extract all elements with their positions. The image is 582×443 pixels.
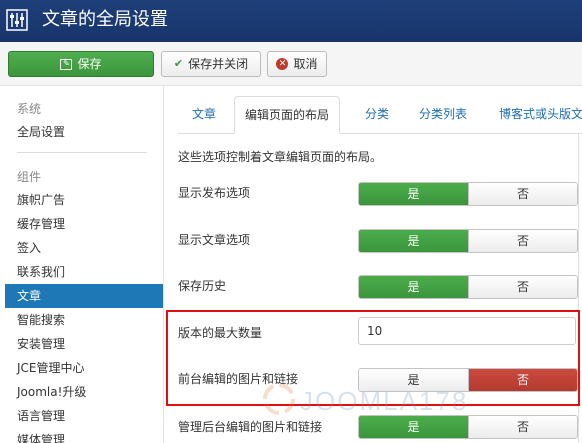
tab-article[interactable]: 文章 <box>192 96 216 134</box>
label-show-article-options: 显示文章选项 <box>178 233 251 247</box>
sidebar-item-languages[interactable]: 语言管理 <box>0 404 163 428</box>
highlight-box <box>166 310 580 406</box>
sidebar-section-system: 系统 <box>17 102 42 116</box>
sidebar-item-jce[interactable]: JCE管理中心 <box>0 356 163 380</box>
sidebar-item-contacts[interactable]: 联系我们 <box>0 260 163 284</box>
save-close-button[interactable]: ✔ 保存并关闭 <box>161 51 261 77</box>
sidebar-divider <box>17 152 147 153</box>
sidebar-border <box>163 86 164 443</box>
tab-blog-featured[interactable]: 博客式或头版文 <box>499 96 582 134</box>
sidebar-item-banners[interactable]: 旗帜广告 <box>0 188 163 212</box>
sidebar-item-joomla-update[interactable]: Joomla!升级 <box>0 380 163 404</box>
option-yes[interactable]: 是 <box>359 276 468 298</box>
cancel-button[interactable]: ✕ 取消 <box>267 51 327 77</box>
app-header: 文章的全局设置 <box>0 0 582 42</box>
sidebar-item-installer[interactable]: 安装管理 <box>0 332 163 356</box>
tab-editing-layout[interactable]: 编辑页面的布局 <box>234 96 341 134</box>
toggle-show-article-options: 是 否 <box>358 229 578 253</box>
check-icon: ✔ <box>173 57 184 70</box>
sliders-icon <box>6 9 28 31</box>
option-yes[interactable]: 是 <box>359 183 468 205</box>
toggle-save-history: 是 否 <box>358 275 578 299</box>
label-save-history: 保存历史 <box>178 279 227 293</box>
toggle-admin-images-links: 是 否 <box>358 415 578 439</box>
option-no[interactable]: 否 <box>468 230 577 252</box>
option-no[interactable]: 否 <box>468 276 577 298</box>
sidebar-item-global-config[interactable]: 全局设置 <box>0 120 163 144</box>
label-show-publishing-options: 显示发布选项 <box>178 186 251 200</box>
sidebar-item-media[interactable]: 媒体管理 <box>0 428 163 443</box>
tab-bar: 文章 编辑页面的布局 分类 分类列表 博客式或头版文 <box>178 96 582 134</box>
save-button[interactable]: ✎ 保存 <box>8 51 154 77</box>
toolbar: ✎ 保存 ✔ 保存并关闭 ✕ 取消 <box>0 42 582 86</box>
save-close-button-label: 保存并关闭 <box>188 57 249 71</box>
sidebar-item-cache[interactable]: 缓存管理 <box>0 212 163 236</box>
sidebar: 系统 全局设置 组件 旗帜广告 缓存管理 签入 联系我们 文章 智能搜索 安装管… <box>0 86 163 443</box>
page-title: 文章的全局设置 <box>42 9 168 30</box>
save-button-label: 保存 <box>77 57 102 71</box>
tab-category-list[interactable]: 分类列表 <box>419 96 467 134</box>
save-icon: ✎ <box>60 58 73 70</box>
option-yes[interactable]: 是 <box>359 230 468 252</box>
option-no[interactable]: 否 <box>468 416 577 438</box>
sidebar-item-checkin[interactable]: 签入 <box>0 236 163 260</box>
sidebar-item-articles[interactable]: 文章 <box>5 284 163 308</box>
cancel-button-label: 取消 <box>293 57 318 71</box>
sidebar-item-smart-search[interactable]: 智能搜索 <box>0 308 163 332</box>
form-description: 这些选项控制着文章编辑页面的布局。 <box>178 150 383 164</box>
toggle-show-publishing-options: 是 否 <box>358 182 578 206</box>
label-admin-images-links: 管理后台编辑的图片和链接 <box>178 420 323 434</box>
tab-category[interactable]: 分类 <box>365 96 389 134</box>
option-no[interactable]: 否 <box>468 183 577 205</box>
sidebar-section-components: 组件 <box>17 170 42 184</box>
cancel-circle-icon: ✕ <box>276 58 289 70</box>
option-yes[interactable]: 是 <box>359 416 468 438</box>
